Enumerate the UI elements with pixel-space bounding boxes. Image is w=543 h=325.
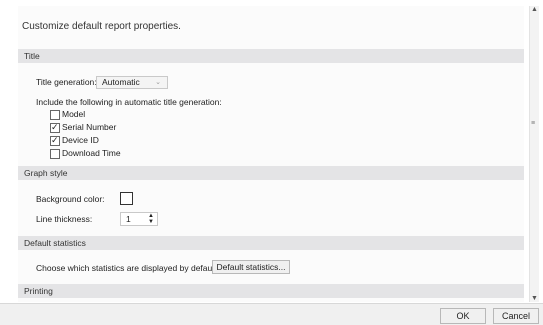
background-color-label: Background color:	[36, 194, 105, 204]
checkbox-label: Serial Number	[62, 122, 117, 132]
checkbox-box[interactable]: ✓	[50, 135, 60, 146]
vertical-scrollbar[interactable]: ▲ ≡ ▼	[529, 6, 539, 302]
include-label: Include the following in automatic title…	[36, 97, 222, 107]
line-thickness-value: 1	[126, 214, 131, 224]
dialog-content: Customize default report properties. Tit…	[18, 6, 524, 302]
dialog-intro-text: Customize default report properties.	[22, 21, 181, 32]
checkbox-box[interactable]	[50, 110, 60, 120]
line-thickness-label: Line thickness:	[36, 214, 93, 224]
background-color-swatch[interactable]	[120, 192, 133, 205]
statistics-choose-label: Choose which statistics are displayed by…	[36, 263, 219, 273]
checkbox-label: Model	[62, 109, 86, 119]
checkbox-box[interactable]	[50, 149, 60, 159]
line-thickness-spinner[interactable]: 1 ▲ ▼	[120, 212, 158, 226]
report-properties-dialog: Customize default report properties. Tit…	[0, 0, 543, 325]
checkmark-icon: ✓	[51, 122, 59, 132]
dialog-footer: OK Cancel	[0, 303, 543, 325]
title-generation-select[interactable]: Automatic ⌄	[96, 76, 168, 89]
checkbox-label: Download Time	[62, 148, 121, 158]
chevron-down-icon: ⌄	[155, 79, 161, 86]
section-header-graph-style: Graph style	[18, 166, 524, 180]
checkbox-label: Device ID	[62, 135, 99, 145]
cancel-button[interactable]: Cancel	[493, 308, 539, 324]
spinner-arrows-icon[interactable]: ▲ ▼	[148, 213, 154, 225]
scroll-up-icon[interactable]: ▲	[531, 6, 538, 13]
checkmark-icon: ✓	[51, 135, 59, 145]
title-generation-label: Title generation:	[36, 77, 97, 87]
checkbox-box[interactable]: ✓	[50, 122, 60, 133]
section-header-title: Title	[18, 49, 524, 63]
default-statistics-button[interactable]: Default statistics...	[212, 260, 290, 274]
section-header-printing: Printing	[18, 284, 524, 298]
title-generation-value: Automatic	[102, 77, 140, 87]
section-header-default-statistics: Default statistics	[18, 236, 524, 250]
ok-button[interactable]: OK	[440, 308, 486, 324]
scroll-down-icon[interactable]: ▼	[531, 295, 538, 302]
scroll-grip-icon[interactable]: ≡	[531, 120, 535, 127]
